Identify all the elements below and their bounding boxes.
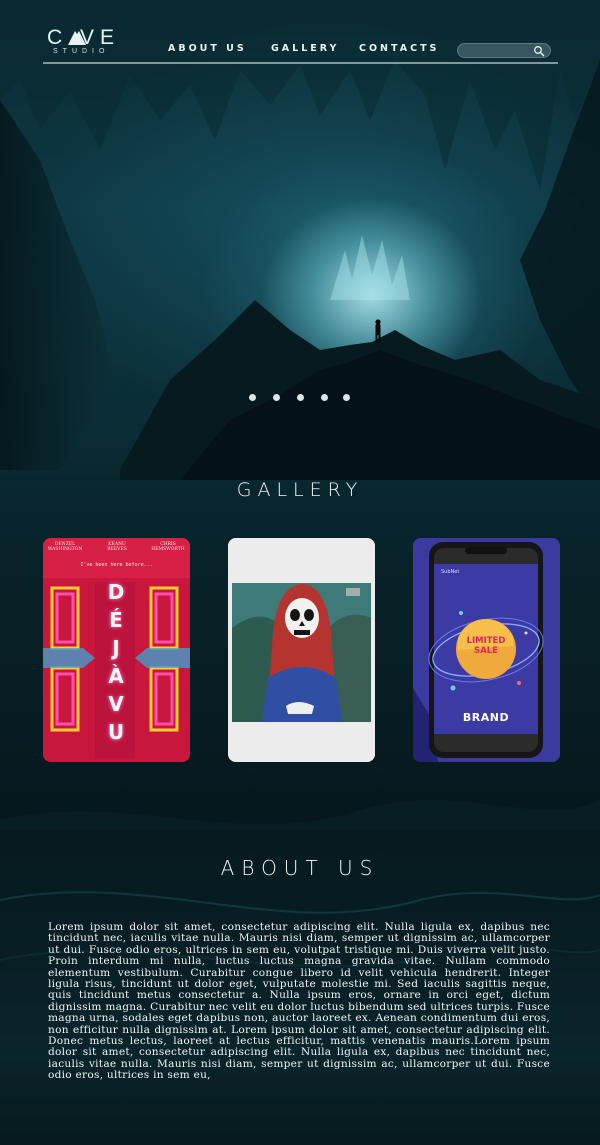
header-divider [43, 62, 558, 64]
poster-letter-4: À [108, 664, 124, 688]
poster-letter-6: U [107, 720, 125, 744]
search-box [457, 43, 551, 58]
carousel-dot-1[interactable] [249, 394, 256, 401]
sale-badge: LIMITED SALE [456, 636, 516, 656]
gallery-item-deja-vu-poster[interactable]: DENZEL WASHINGTON KEANU REEVES CHRIS HEM… [43, 538, 190, 762]
sale-badge-line-1: LIMITED [466, 636, 506, 646]
search-input[interactable] [466, 44, 536, 57]
poster-letter-2: É [109, 608, 123, 632]
logo-mountain-icon [68, 31, 86, 45]
phone-status-text: SubNet [441, 569, 460, 575]
poster-credits: DENZEL WASHINGTON KEANU REEVES CHRIS HEM… [43, 542, 190, 558]
about-title: ABOUT US [220, 856, 380, 880]
page: C VE STUDIO ABOUT US GALLERY CONTACTS GA… [0, 0, 600, 1145]
nav-about-us[interactable]: ABOUT US [168, 43, 247, 54]
logo-subtitle: STUDIO [53, 48, 110, 55]
poster-title: D É J À V U [98, 578, 134, 746]
gallery-title: GALLERY [236, 479, 364, 501]
nav-contacts[interactable]: CONTACTS [359, 43, 439, 54]
poster-credit-1: DENZEL WASHINGTON [47, 542, 83, 552]
poster-credit-3: CHRIS HEMSWORTH [151, 542, 185, 552]
about-paragraph: Lorem ipsum dolor sit amet, consectetur … [48, 921, 550, 1082]
site-header: C VE STUDIO ABOUT US GALLERY CONTACTS [43, 26, 558, 64]
carousel-dot-5[interactable] [343, 394, 350, 401]
gallery-item-limited-sale-phone[interactable]: SubNet LIMITED SALE BRAND [413, 538, 560, 762]
search-icon[interactable] [533, 45, 545, 57]
logo[interactable]: C VE STUDIO [47, 26, 137, 60]
carousel-dot-3[interactable] [297, 394, 304, 401]
sale-badge-line-2: SALE [474, 646, 498, 656]
poster-letter-5: V [108, 692, 124, 716]
gallery-item-skull-painting[interactable] [228, 538, 375, 762]
carousel-dot-4[interactable] [321, 394, 328, 401]
carousel-dot-2[interactable] [273, 394, 280, 401]
poster-credit-2: KEANU REEVES [107, 542, 127, 552]
skull-painting-image [228, 538, 375, 762]
poster-letter-3: J [112, 636, 120, 660]
poster-letter-1: D [107, 580, 125, 604]
brand-label: BRAND [462, 711, 510, 724]
nav-gallery[interactable]: GALLERY [271, 43, 339, 54]
poster-tagline: I've been here before... [80, 562, 153, 568]
